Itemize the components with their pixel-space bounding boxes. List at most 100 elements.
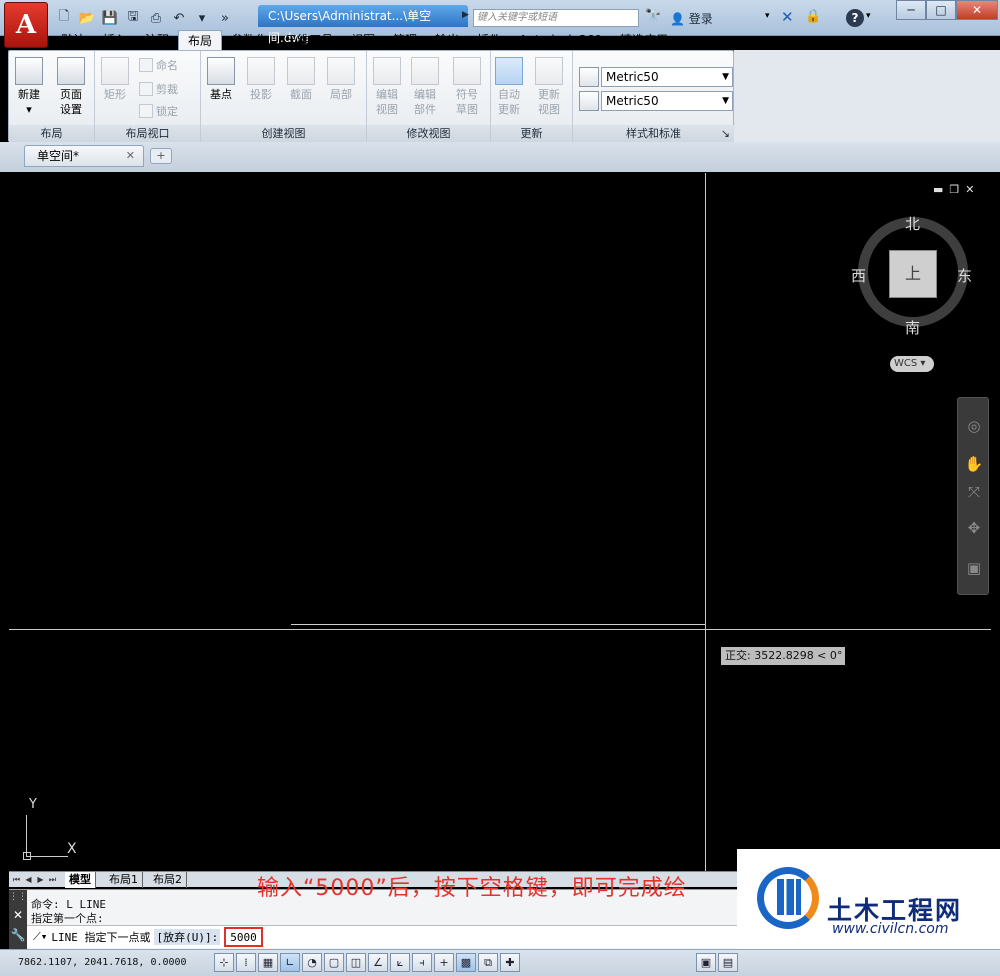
wcs-menu[interactable]: WCS ▾	[890, 356, 934, 372]
model-space-icon[interactable]: ▣	[696, 953, 716, 972]
symbol-sketch-button[interactable]: 符号 草图	[453, 57, 481, 117]
polar-icon[interactable]: ◔	[302, 953, 322, 972]
compass-north[interactable]: 北	[905, 213, 920, 234]
document-tab[interactable]: 单空间* ✕	[24, 145, 144, 167]
osnap-icon[interactable]: ▢	[324, 953, 344, 972]
tab-parametric[interactable]: 参数化	[222, 30, 276, 50]
last-tab-icon[interactable]: ⏭	[47, 873, 58, 886]
ducs-icon[interactable]: ⟀	[390, 953, 410, 972]
drawing-area[interactable]: ▬ ❐ ✕ 上 北 南 西 东 WCS ▾ ◎ ✋ ⤧ ✥ ▣ 正交: 3522…	[9, 173, 991, 871]
tab-layout2[interactable]: 布局2	[149, 872, 187, 888]
help-icon[interactable]: ?	[846, 9, 864, 27]
tab-3d-tools[interactable]: 三维工具	[276, 30, 342, 50]
arrow-right-icon[interactable]: ▶	[462, 10, 469, 20]
minimize-viewport-icon[interactable]: ▬	[933, 183, 943, 196]
command-window-grip[interactable]: ⋮⋮ ✕ 🔧	[9, 890, 27, 950]
auto-update-button[interactable]: 自动 更新	[495, 57, 523, 117]
prev-tab-icon[interactable]: ◀	[23, 873, 34, 886]
view-style-icon[interactable]	[579, 67, 599, 87]
transparency-icon[interactable]: ▩	[456, 953, 476, 972]
tab-annotate[interactable]: 注释	[136, 30, 178, 50]
restore-viewport-icon[interactable]: ❐	[949, 183, 959, 196]
orbit-icon[interactable]: ✥	[964, 518, 984, 538]
binoculars-icon[interactable]: 🔭	[645, 9, 661, 24]
chevron-down-icon[interactable]: ▾	[192, 8, 212, 28]
ortho-icon[interactable]: ∟	[280, 953, 300, 972]
otrack-icon[interactable]: ∠	[368, 953, 388, 972]
tab-output[interactable]: 输出	[426, 30, 468, 50]
panel-expand-icon[interactable]: ↘	[721, 125, 730, 143]
edit-component-button[interactable]: 编辑 部件	[411, 57, 439, 117]
chevron-down-icon[interactable]: ▾	[866, 11, 871, 21]
application-menu-button[interactable]: A	[4, 2, 48, 48]
new-file-icon[interactable]: 🗋	[54, 8, 74, 28]
viewcube-face[interactable]: 上	[889, 250, 937, 298]
grid-icon[interactable]: ▦	[258, 953, 278, 972]
maximize-button[interactable]: □	[926, 0, 956, 20]
tab-layout[interactable]: 布局	[178, 30, 223, 50]
tab-autodesk-360[interactable]: Autodesk 360	[510, 30, 611, 50]
rectangle-viewport-button[interactable]: 矩形	[101, 57, 129, 102]
zoom-icon[interactable]: ⤧	[964, 482, 984, 502]
showmotion-icon[interactable]: ▣	[964, 558, 984, 578]
steering-wheel-icon[interactable]: ◎	[964, 416, 984, 436]
tab-plugins[interactable]: 插件	[468, 30, 510, 50]
search-input[interactable]: 键入关键字或短语	[473, 9, 639, 27]
viewport-divider-vertical[interactable]	[705, 173, 706, 871]
close-viewport-icon[interactable]: ✕	[965, 183, 974, 196]
tab-featured-apps[interactable]: 精选应用	[611, 30, 677, 50]
command-input-row[interactable]: ⟋▾ LINE 指定下一点或 [放弃(U)]: 5000	[27, 925, 739, 948]
next-tab-icon[interactable]: ▶	[35, 873, 46, 886]
wrench-icon[interactable]: 🔧	[9, 928, 27, 942]
quick-properties-icon[interactable]: ⧉	[478, 953, 498, 972]
tab-insert[interactable]: 插入	[94, 30, 136, 50]
selection-cycling-icon[interactable]: ✚	[500, 953, 520, 972]
update-view-button[interactable]: 更新 视图	[535, 57, 563, 117]
tab-default[interactable]: 默认	[52, 30, 94, 50]
chevron-down-icon[interactable]: ▾	[765, 11, 770, 21]
compass-east[interactable]: 东	[957, 265, 972, 286]
save-icon[interactable]: 💾	[100, 8, 120, 28]
lock-button[interactable]: 锁定	[139, 103, 178, 119]
account-lock-icon[interactable]: 🔒	[805, 9, 821, 24]
lineweight-icon[interactable]: +	[434, 953, 454, 972]
undo-option[interactable]: [放弃(U)]:	[154, 929, 221, 945]
new-tab-icon[interactable]: +	[150, 148, 172, 164]
projected-view-button[interactable]: 投影	[247, 57, 275, 102]
compass-south[interactable]: 南	[905, 317, 920, 338]
section-view-button[interactable]: 截面	[287, 57, 315, 102]
edit-view-button[interactable]: 编辑 视图	[373, 57, 401, 117]
section-style-icon[interactable]	[579, 91, 599, 111]
undo-icon[interactable]: ↶	[169, 8, 189, 28]
more-icon[interactable]: »	[215, 8, 235, 28]
tab-layout1[interactable]: 布局1	[105, 872, 143, 888]
base-view-button[interactable]: 基点	[207, 57, 235, 102]
tab-view[interactable]: 视图	[342, 30, 384, 50]
print-icon[interactable]: ⎙	[146, 8, 166, 28]
command-input[interactable]: 5000	[224, 927, 263, 947]
close-button[interactable]: ✕	[956, 0, 998, 20]
close-icon[interactable]: ✕	[126, 146, 135, 166]
dyn-icon[interactable]: ⫞	[412, 953, 432, 972]
exchange-icon[interactable]: ✕	[781, 8, 794, 26]
open-file-icon[interactable]: 📂	[77, 8, 97, 28]
tab-manage[interactable]: 管理	[384, 30, 426, 50]
view-style-select[interactable]: Metric50 ▼	[601, 67, 733, 87]
compass-west[interactable]: 西	[851, 265, 866, 286]
snap-icon[interactable]: ⁞	[236, 953, 256, 972]
viewport-divider-horizontal[interactable]	[9, 629, 991, 630]
detail-view-button[interactable]: 局部	[327, 57, 355, 102]
new-layout-button[interactable]: 新建 ▾	[15, 57, 43, 117]
tab-model[interactable]: 模型	[65, 872, 96, 888]
login-button[interactable]: 👤 登录	[670, 10, 713, 27]
3d-osnap-icon[interactable]: ◫	[346, 953, 366, 972]
layout-view-icon[interactable]: ▤	[718, 953, 738, 972]
close-icon[interactable]: ✕	[9, 908, 27, 922]
save-as-icon[interactable]: 🖫	[123, 8, 143, 28]
rename-button[interactable]: 命名	[139, 57, 178, 73]
clip-button[interactable]: 剪裁	[139, 81, 178, 97]
minimize-button[interactable]: ─	[896, 0, 926, 20]
infer-constraints-icon[interactable]: ⊹	[214, 953, 234, 972]
cursor-coordinates[interactable]: 7862.1107, 2041.7618, 0.0000	[18, 957, 187, 968]
pan-icon[interactable]: ✋	[964, 454, 984, 474]
